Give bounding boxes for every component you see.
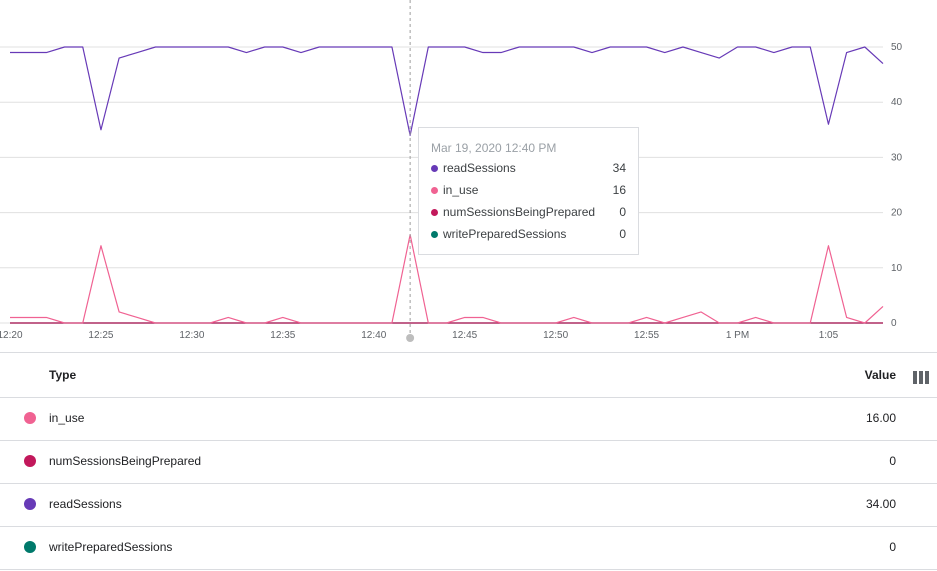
series-color-dot <box>24 412 36 424</box>
x-tick-label: 12:45 <box>452 330 477 341</box>
x-tick-label: 12:50 <box>543 330 568 341</box>
table-row[interactable]: numSessionsBeingPrepared 0 <box>0 441 937 484</box>
table-header: Type Value <box>0 352 937 398</box>
tooltip-series-value: 0 <box>619 227 626 241</box>
series-legend-table: Type Value in_use 16.00 numSessionsBeing… <box>0 352 937 570</box>
series-value: 0 <box>889 454 896 468</box>
tooltip-series-name: in_use <box>443 183 479 197</box>
tooltip-series-value: 34 <box>612 161 626 175</box>
series-color-dot <box>431 231 438 238</box>
series-name: readSessions <box>49 497 122 511</box>
series-name: writePreparedSessions <box>49 540 173 554</box>
series-color-dot <box>24 541 36 553</box>
tooltip-row-numsessionsbeingprepared: numSessionsBeingPrepared 0 <box>431 205 626 221</box>
cursor-handle <box>406 334 415 342</box>
y-axis-ticks: 0 10 20 30 40 50 <box>891 42 903 329</box>
y-tick-label: 20 <box>891 208 903 219</box>
x-tick-label: 12:25 <box>88 330 113 341</box>
series-color-dot <box>431 187 438 194</box>
y-tick-label: 30 <box>891 152 903 163</box>
x-tick-label: 12:40 <box>361 330 386 341</box>
tooltip-row-readsessions: readSessions 34 <box>431 161 626 177</box>
series-name: numSessionsBeingPrepared <box>49 454 202 468</box>
series-color-dot <box>431 165 438 172</box>
x-axis-ticks: 12:20 12:25 12:30 12:35 12:40 12:45 12:50 12:55… <box>0 330 839 341</box>
series-color-dot <box>24 455 36 467</box>
value-column-header[interactable]: Value <box>865 368 896 382</box>
table-row[interactable]: writePreparedSessions 0 <box>0 527 937 570</box>
tooltip-row-in-use: in_use 16 <box>431 183 626 199</box>
tooltip-row-writepreparedsessions: writePreparedSessions 0 <box>431 227 626 243</box>
hover-cursor[interactable] <box>406 0 415 342</box>
tooltip-series-value: 16 <box>612 183 626 197</box>
tooltip-series-value: 0 <box>619 205 626 219</box>
table-row[interactable]: readSessions 34.00 <box>0 484 937 527</box>
x-tick-label: 12:20 <box>0 330 23 341</box>
y-tick-label: 0 <box>891 318 897 329</box>
x-tick-label: 1:05 <box>819 330 839 341</box>
series-line-readsessions <box>10 46 884 136</box>
x-tick-label: 12:35 <box>270 330 295 341</box>
type-column-header[interactable]: Type <box>49 368 76 382</box>
x-tick-label: 12:30 <box>179 330 204 341</box>
tooltip-series-name: numSessionsBeingPrepared <box>443 205 596 219</box>
series-value: 34.00 <box>865 497 896 511</box>
series-name: in_use <box>49 411 85 425</box>
tooltip-series-name: writePreparedSessions <box>443 227 567 241</box>
tooltip-series-name: readSessions <box>443 161 516 175</box>
series-value: 16.00 <box>865 411 896 425</box>
series-color-dot <box>24 498 36 510</box>
x-tick-label: 12:55 <box>634 330 659 341</box>
hover-tooltip: Mar 19, 2020 12:40 PM readSessions 34 in… <box>418 127 639 255</box>
series-color-dot <box>431 209 438 216</box>
x-tick-label: 1 PM <box>726 330 749 341</box>
table-row[interactable]: in_use 16.00 <box>0 398 937 441</box>
series-value: 0 <box>889 540 896 554</box>
view-column-icon[interactable] <box>913 371 929 384</box>
tooltip-title: Mar 19, 2020 12:40 PM <box>431 141 557 155</box>
y-tick-label: 50 <box>891 42 903 53</box>
y-tick-label: 40 <box>891 97 903 108</box>
y-tick-label: 10 <box>891 263 903 274</box>
chart-area: 0 10 20 30 40 50 12:20 12:25 12:30 12:35 12:40 12:… <box>0 0 937 352</box>
